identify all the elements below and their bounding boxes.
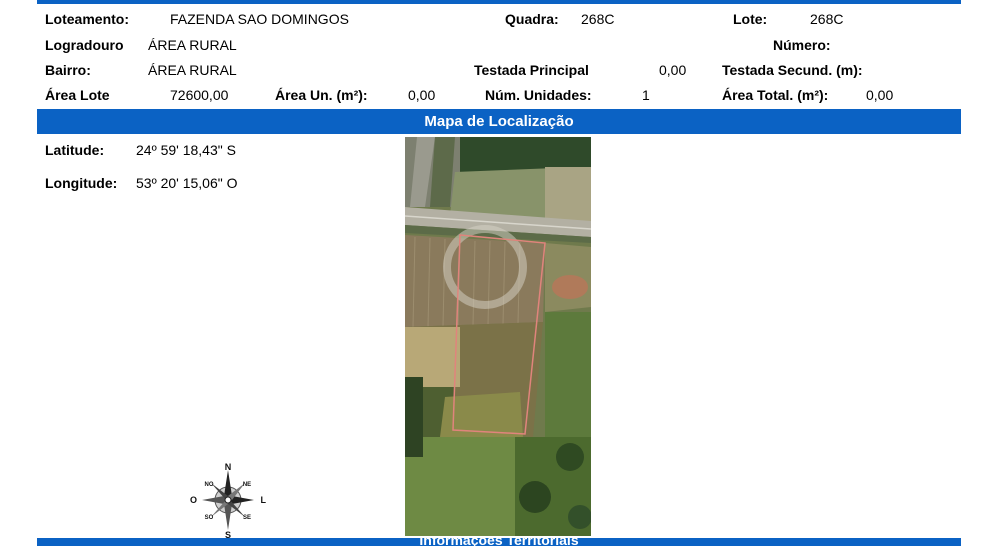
latitude-label: Latitude: <box>45 142 105 158</box>
compass-o: O <box>190 495 197 505</box>
loteamento-label: Loteamento: <box>45 11 129 27</box>
compass-ne: NE <box>243 482 251 488</box>
area-total-value: 0,00 <box>866 87 894 103</box>
testada-principal-value: 0,00 <box>659 62 687 78</box>
area-un-label: Área Un. (m²): <box>275 87 368 103</box>
bairro-value: ÁREA RURAL <box>148 62 237 78</box>
latitude-value: 24º 59' 18,43" S <box>136 142 236 158</box>
area-lote-value: 72600,00 <box>170 87 229 103</box>
compass-rose-icon: N S O L NO NE SO SE <box>190 462 267 540</box>
testada-principal-label: Testada Principal <box>474 62 589 78</box>
numero-label: Número: <box>773 37 831 53</box>
logradouro-label: Logradouro <box>45 37 124 53</box>
longitude-label: Longitude: <box>45 175 118 191</box>
compass-se: SE <box>243 515 251 521</box>
next-section-title: Informações Territoriais <box>37 538 961 546</box>
top-rule <box>37 0 961 4</box>
loteamento-value: FAZENDA SAO DOMINGOS <box>170 11 349 27</box>
area-total-label: Área Total. (m²): <box>722 87 829 103</box>
satellite-map-image <box>405 137 591 536</box>
logradouro-value: ÁREA RURAL <box>148 37 237 53</box>
num-unidades-label: Núm. Unidades: <box>485 87 592 103</box>
testada-secund-label: Testada Secund. (m): <box>722 62 863 78</box>
area-un-value: 0,00 <box>408 87 436 103</box>
lote-value: 268C <box>810 11 844 27</box>
compass-no: NO <box>205 482 214 488</box>
compass-n: N <box>225 462 232 472</box>
compass-l: L <box>261 495 267 505</box>
quadra-label: Quadra: <box>505 11 559 27</box>
quadra-value: 268C <box>581 11 615 27</box>
longitude-value: 53º 20' 15,06" O <box>136 175 238 191</box>
num-unidades-value: 1 <box>642 87 650 103</box>
area-lote-label: Área Lote <box>45 87 110 103</box>
map-section-title: Mapa de Localização <box>37 109 961 134</box>
compass-so: SO <box>205 515 214 521</box>
lote-label: Lote: <box>733 11 768 27</box>
bairro-label: Bairro: <box>45 62 91 78</box>
